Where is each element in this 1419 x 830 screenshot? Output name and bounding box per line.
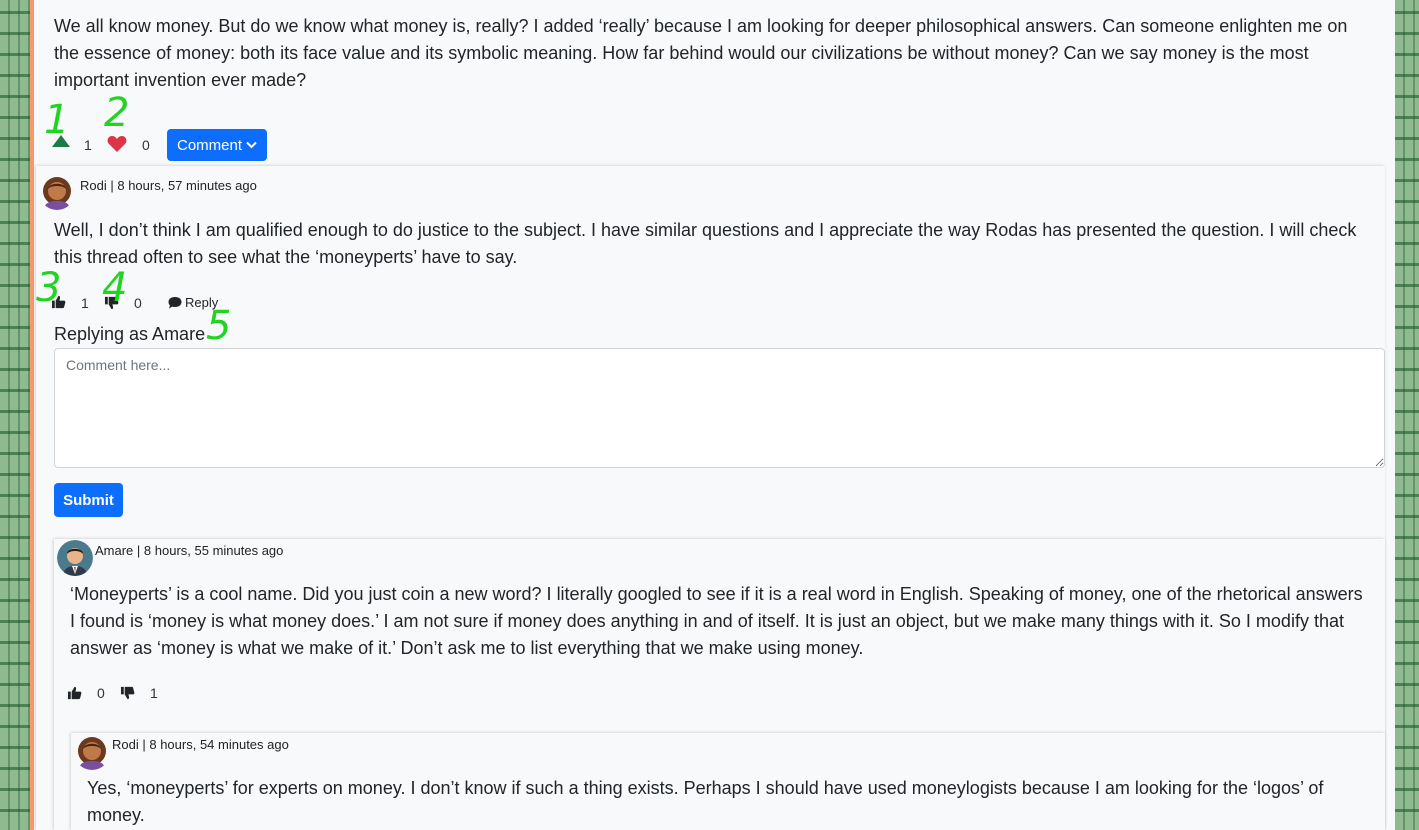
comment-author[interactable]: Rodi: [80, 178, 107, 193]
avatar: [39, 174, 75, 210]
annotation-1: 1: [44, 97, 70, 143]
upvote-count: 1: [84, 137, 92, 153]
comment-textarea[interactable]: [54, 348, 1385, 468]
comment-body: ‘Moneyperts’ is a cool name. Did you jus…: [70, 584, 1363, 658]
annotation-4: 4: [102, 265, 128, 311]
avatar: [57, 540, 93, 576]
comment-button-label: Comment: [176, 136, 243, 154]
comment-body: Well, I don’t think I am qualified enoug…: [54, 220, 1357, 267]
heart-icon[interactable]: [107, 135, 127, 158]
avatar: [74, 734, 110, 770]
background-pattern-right: [1395, 0, 1419, 830]
comment-author[interactable]: Amare: [95, 543, 133, 558]
comment-like-count: 1: [81, 295, 89, 311]
comment-dislike-count: 1: [150, 685, 158, 701]
comment-dislike-count: 0: [134, 295, 142, 311]
comment-time: 8 hours, 55 minutes ago: [143, 543, 284, 558]
speech-bubble-icon: [168, 297, 182, 309]
comment-author[interactable]: Rodi: [112, 737, 139, 752]
comment-card: Rodi | 8 hours, 54 minutes ago Yes, ‘mon…: [71, 733, 1385, 830]
post-card: We all know money. But do we know what m…: [30, 0, 1395, 830]
comment-meta: Amare | 8 hours, 55 minutes ago: [95, 543, 284, 558]
chevron-down-icon: [246, 141, 257, 149]
comment-time: 8 hours, 54 minutes ago: [149, 737, 289, 752]
background-pattern-left: [0, 0, 30, 830]
annotation-2: 2: [104, 90, 130, 136]
submit-button[interactable]: Submit: [54, 483, 123, 517]
like-count: 0: [142, 137, 150, 153]
comment-like-count: 0: [97, 685, 105, 701]
comment-body: Yes, ‘moneyperts’ for experts on money. …: [87, 778, 1324, 825]
comment-dropdown-button[interactable]: Comment: [167, 129, 267, 161]
annotation-5: 5: [206, 303, 232, 349]
comment-meta: Rodi | 8 hours, 57 minutes ago: [80, 178, 257, 193]
comment-time: 8 hours, 57 minutes ago: [117, 178, 257, 193]
annotation-3: 3: [36, 265, 62, 311]
comment-meta: Rodi | 8 hours, 54 minutes ago: [112, 737, 289, 752]
thumbs-up-icon[interactable]: [67, 686, 82, 705]
post-body: We all know money. But do we know what m…: [54, 16, 1348, 90]
thumbs-down-icon[interactable]: [120, 686, 135, 705]
replying-as-label: Replying as Amare: [54, 324, 206, 344]
